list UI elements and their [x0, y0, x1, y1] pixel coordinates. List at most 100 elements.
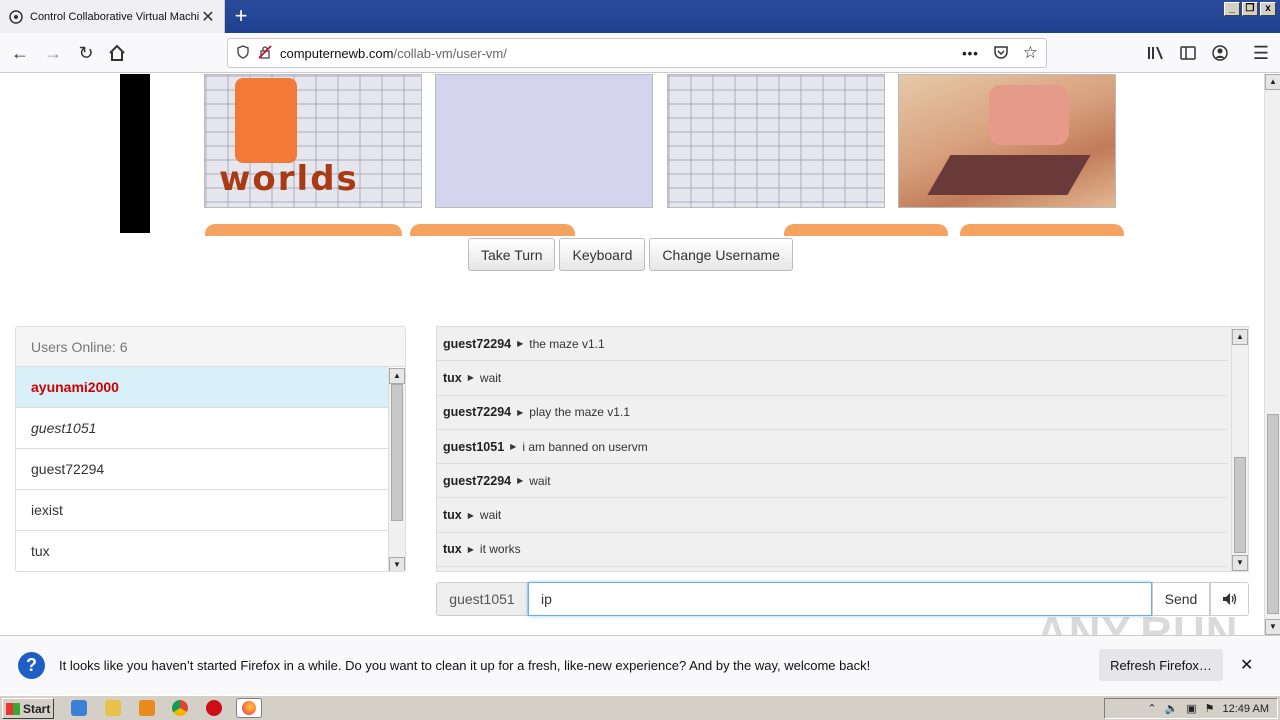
forward-icon[interactable]: →: [41, 41, 65, 65]
start-button[interactable]: Start: [2, 698, 54, 719]
keyboard-button[interactable]: Keyboard: [559, 238, 646, 271]
firefox-icon: [242, 701, 256, 715]
chat-text: wait: [479, 370, 502, 385]
chat-text: wait: [479, 508, 502, 523]
scroll-up-icon[interactable]: ▲: [1265, 74, 1280, 90]
scroll-up-icon[interactable]: ▲: [389, 368, 405, 384]
url-host: computernewb.com: [280, 45, 394, 61]
chat-text: play the maze v1.1: [529, 405, 630, 420]
chat-username: guest72294: [443, 405, 512, 420]
tray-expand-icon[interactable]: ⌃: [1147, 702, 1156, 715]
users-online-panel: Users Online: 6 ayunami2000 guest1051 gu…: [15, 326, 406, 572]
vm-orange-tab: [784, 224, 948, 236]
chat-username: tux: [443, 508, 462, 523]
tab-strip: Control Collaborative Virtual Machi ✕ + …: [0, 0, 1280, 33]
close-window-icon[interactable]: x: [1260, 2, 1276, 16]
change-username-button[interactable]: Change Username: [649, 238, 793, 271]
arrow-icon: ▶: [517, 476, 524, 486]
close-tab-icon[interactable]: ✕: [200, 7, 216, 27]
library-icon[interactable]: [1144, 41, 1168, 65]
screen: Control Collaborative Virtual Machi ✕ + …: [0, 0, 1280, 720]
user-list-item[interactable]: iexist: [16, 490, 390, 531]
chat-scroll-thumb[interactable]: [1234, 457, 1246, 553]
reload-icon[interactable]: ↻: [74, 41, 98, 65]
insecure-lock-icon[interactable]: [258, 44, 272, 62]
rug-image: [927, 155, 1091, 195]
arrow-icon: ▶: [467, 544, 474, 554]
home-icon[interactable]: [105, 41, 129, 65]
browser-tab[interactable]: Control Collaborative Virtual Machi ✕: [0, 0, 225, 33]
flag-icon[interactable]: ⚑: [1205, 702, 1215, 715]
chat-message: guest72294 ▶ play the maze v1.1: [437, 396, 1227, 430]
users-scrollbar[interactable]: ▲ ▼: [388, 368, 405, 571]
chat-text: i am banned on uservm: [522, 439, 648, 454]
pocket-icon[interactable]: [993, 44, 1009, 63]
user-list-item[interactable]: ayunami2000: [16, 367, 390, 408]
chat-message: tux ▶ wait: [437, 498, 1227, 533]
network-icon[interactable]: ▣: [1186, 702, 1196, 715]
chat-message: guest72294 ▶ wait: [437, 464, 1227, 499]
notification-text: It looks like you haven’t started Firefo…: [59, 658, 871, 673]
sidebar-icon[interactable]: [1176, 41, 1200, 65]
page-scroll-thumb[interactable]: [1267, 414, 1279, 614]
vm-display[interactable]: worlds: [120, 74, 1130, 236]
collabvm-favicon-icon: [8, 9, 24, 25]
shield-icon[interactable]: [236, 44, 250, 62]
scroll-down-icon[interactable]: ▼: [389, 557, 405, 571]
vm-tile-room: [898, 74, 1116, 208]
chat-text: the maze v1.1: [529, 336, 605, 351]
scroll-down-icon[interactable]: ▼: [1265, 619, 1280, 635]
media-player-icon[interactable]: [139, 700, 155, 716]
chat-username: tux: [443, 370, 462, 385]
user-list-item[interactable]: guest72294: [16, 449, 390, 490]
new-tab-icon[interactable]: +: [228, 4, 254, 30]
vm-orange-tab: [410, 224, 575, 236]
chat-scrollbar[interactable]: ▲ ▼: [1231, 327, 1248, 571]
user-list-item[interactable]: guest1051: [16, 408, 390, 449]
clock[interactable]: 12:49 AM: [1223, 703, 1269, 715]
vm-orange-tab: [960, 224, 1124, 236]
page-actions-icon[interactable]: •••: [962, 46, 979, 61]
arrow-icon: ▶: [510, 442, 517, 452]
firefox-taskbar-button[interactable]: [236, 698, 262, 718]
restore-icon[interactable]: ❐: [1242, 2, 1258, 16]
vm-orange-tab: [205, 224, 402, 236]
chat-text: wait: [529, 473, 551, 488]
arrow-icon: ▶: [467, 510, 474, 520]
worlds-logo-icon: [235, 78, 297, 163]
page-content: worlds Take Turn Keyboard Change Usernam…: [0, 74, 1264, 635]
chat-username: guest1051: [443, 439, 505, 454]
ie-icon[interactable]: [71, 700, 87, 716]
chrome-icon[interactable]: [172, 700, 188, 716]
user-list-item[interactable]: tux: [16, 531, 390, 571]
arrow-icon: ▶: [467, 373, 474, 383]
arrow-icon: ▶: [517, 407, 524, 417]
chat-username: tux: [443, 542, 462, 557]
system-tray: ⌃ 🔈 ▣ ⚑ 12:49 AM: [1104, 698, 1278, 719]
take-turn-button[interactable]: Take Turn: [468, 238, 556, 271]
explorer-icon[interactable]: [105, 700, 121, 716]
account-icon[interactable]: [1208, 41, 1232, 65]
users-scroll-thumb[interactable]: [391, 384, 403, 521]
url-bar[interactable]: computernewb.com/collab-vm/user-vm/ ••• …: [227, 38, 1047, 68]
back-icon[interactable]: ←: [8, 41, 32, 65]
refresh-firefox-button[interactable]: Refresh Firefox…: [1099, 649, 1223, 681]
menu-icon[interactable]: ☰: [1249, 41, 1273, 65]
chat-message: tux ▶ it works: [437, 533, 1227, 568]
vm-button-row: Take Turn Keyboard Change Username: [468, 238, 793, 271]
bookmark-star-icon[interactable]: ☆: [1023, 43, 1038, 63]
navigation-toolbar: ← → ↻ computernewb.com/collab-vm/user-vm…: [0, 33, 1280, 73]
minimize-icon[interactable]: _: [1224, 2, 1240, 16]
scroll-up-icon[interactable]: ▲: [1232, 329, 1248, 345]
vm-tile-worlds: worlds: [204, 74, 422, 208]
volume-icon[interactable]: 🔈: [1165, 702, 1179, 715]
refresh-notification-bar: ? It looks like you haven’t started Fire…: [0, 635, 1280, 695]
close-notification-icon[interactable]: ✕: [1240, 655, 1253, 675]
opera-icon[interactable]: [206, 700, 222, 716]
tab-title: Control Collaborative Virtual Machi: [30, 10, 200, 23]
chat-text: it works: [479, 542, 521, 557]
armchair-image: [989, 85, 1069, 145]
scroll-down-icon[interactable]: ▼: [1232, 555, 1248, 571]
vm-tile-pattern: [667, 74, 885, 208]
page-scrollbar[interactable]: ▲ ▼: [1264, 74, 1280, 635]
